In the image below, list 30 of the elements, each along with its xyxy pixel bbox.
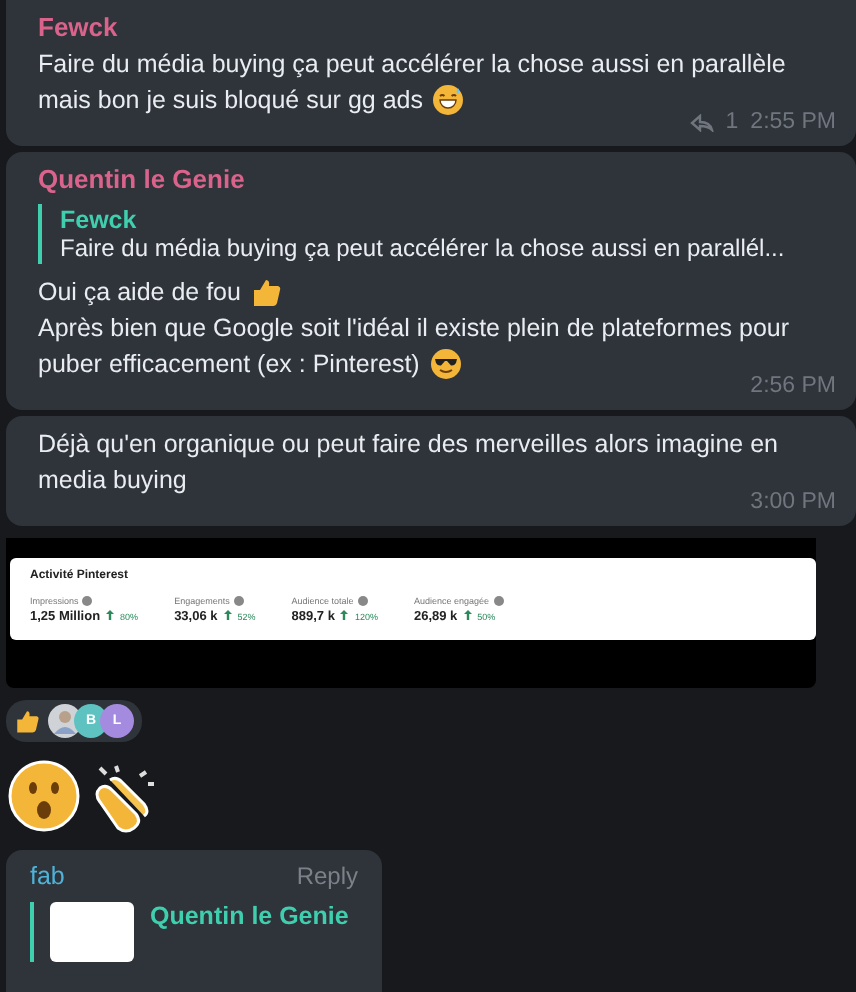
up-arrow-icon [463,610,472,620]
author-name[interactable]: Fewck [38,10,836,46]
author-name[interactable]: Quentin le Genie [38,162,836,198]
reply-icon [689,113,714,131]
message-text: Oui ça aide de fou [38,276,241,310]
sunglasses-face-icon [429,348,462,380]
message-time: 2:55 PM [750,110,836,134]
message-text: puber efficacement (ex : Pinterest) [38,348,420,382]
quoted-text: Faire du média buying ça peut accélérer la chose aussi en parallél... [60,234,787,262]
message-text: media buying [38,464,187,498]
quoted-author: Quentin le Genie [150,902,349,930]
author-name[interactable]: fab [30,862,65,890]
message-time: 3:00 PM [750,490,836,514]
surprised-face-icon [8,760,80,832]
quoted-thumbnail [50,902,134,962]
up-arrow-icon [106,610,115,620]
message-text: Déjà qu'en organique ou peut faire des merveilles alors imagine en [38,428,778,462]
message-text: Après bien que Google soit l'idéal il existe plein de plateformes pour [38,312,790,346]
reply-link[interactable]: Reply [296,862,358,890]
thumbs-up-icon [14,708,40,734]
message-text: mais bon je suis bloqué sur gg ads [38,84,423,118]
thumbs-up-icon [250,276,283,308]
up-arrow-icon [223,610,232,620]
up-arrow-icon [340,610,349,620]
quoted-author: Fewck [60,206,139,234]
message-text: Faire du média buying ça peut accélérer la chose aussi en parallèle [38,48,786,82]
message-time: 2:56 PM [750,374,836,398]
grinning-sweat-face-icon [432,84,465,116]
reply-count[interactable]: 1 [725,110,739,134]
quoted-message[interactable]: Fewck Faire du média buying ça peut accélérer la chose aussi en parallél... [38,204,836,264]
